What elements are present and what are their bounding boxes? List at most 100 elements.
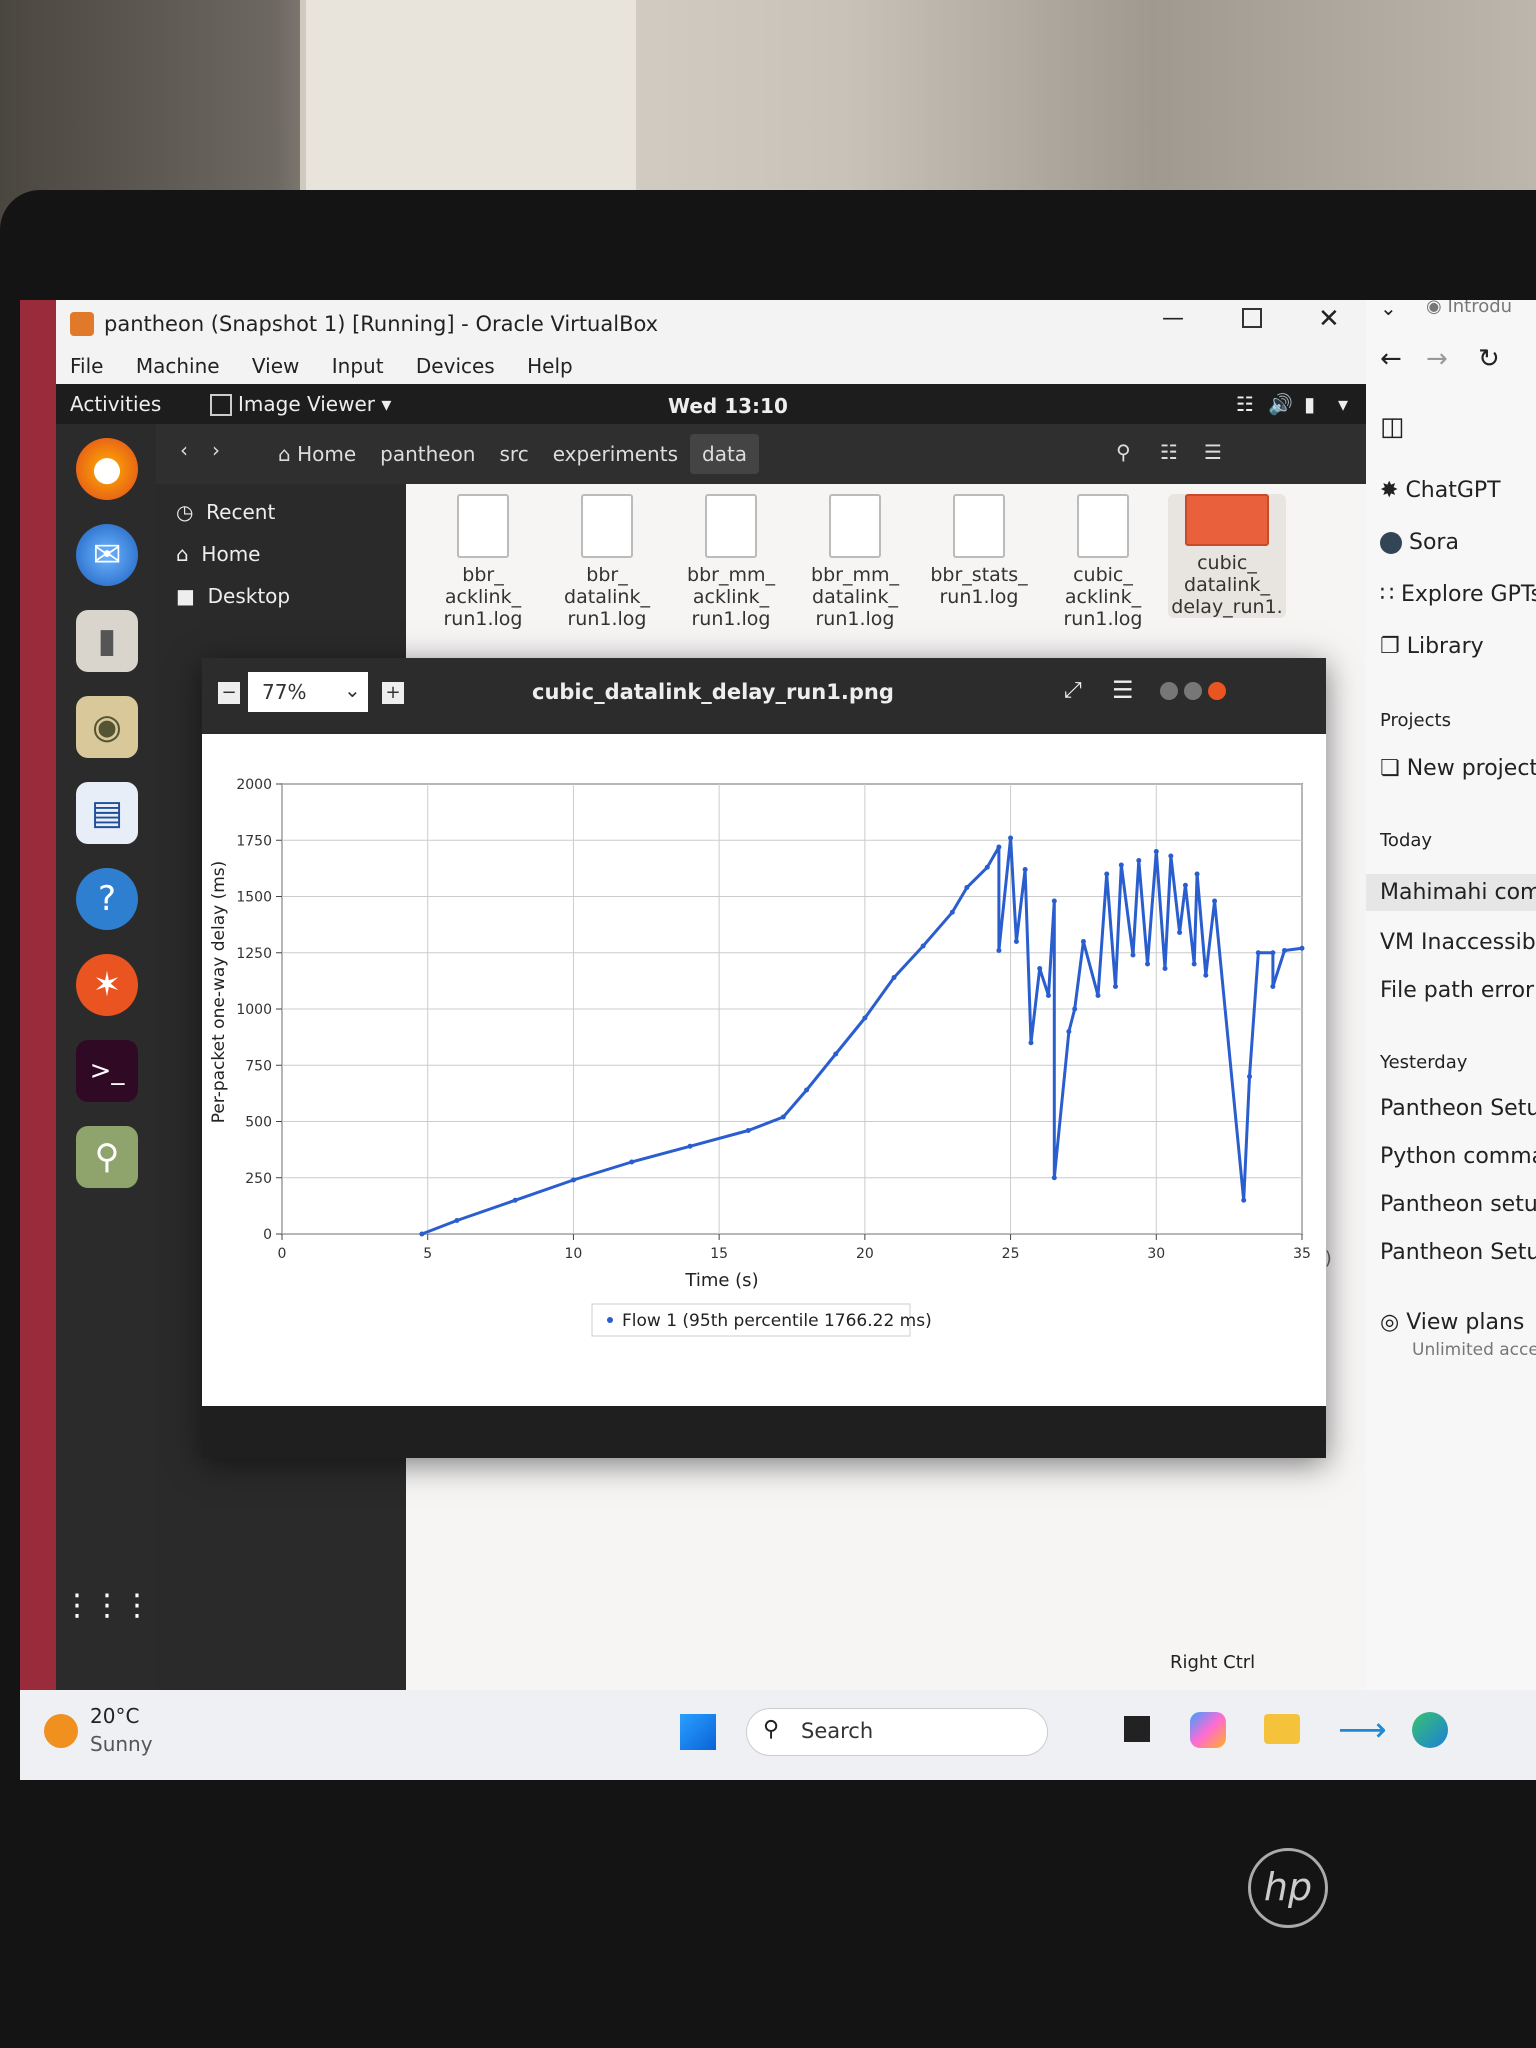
data-point [1203,972,1209,978]
menu-machine[interactable]: Machine [136,354,220,378]
firefox-icon[interactable]: ● [76,438,138,500]
view-toggle-icon[interactable]: ☷ [1160,440,1178,464]
crumb-src[interactable]: src [488,434,541,474]
history-item[interactable]: Pantheon setup gui [1380,1192,1536,1217]
legend-label: Flow 1 (95th percentile 1766.22 ms) [622,1311,932,1331]
network-icon[interactable]: ☷ [1236,392,1254,416]
browser-tab[interactable]: ◉ Introdu [1426,300,1512,317]
search-box[interactable]: ⚲ Search [746,1708,1048,1756]
data-point [1118,862,1124,868]
view-plans[interactable]: ◎ View plans [1380,1310,1524,1335]
crumb-experiments[interactable]: experiments [541,434,690,474]
new-project[interactable]: ❏ New project [1380,756,1536,781]
file-item[interactable]: bbr_ acklink_ run1.log [424,494,542,630]
virtualbox-app-icon [70,312,94,336]
files-icon[interactable]: ▮ [76,610,138,672]
data-point [1066,1029,1072,1034]
file-item[interactable]: bbr_mm_ datalink_ run1.log [796,494,914,630]
system-menu-chevron-icon[interactable]: ▾ [1338,392,1348,416]
vscode-icon[interactable]: ⟶ [1338,1710,1387,1750]
image-viewer-icon [210,394,232,416]
edge-icon[interactable] [1412,1712,1448,1748]
sidebar-item-desktop[interactable]: ■ Desktop [176,584,290,608]
help-icon[interactable]: ? [76,868,138,930]
forward-icon[interactable]: › [212,438,220,462]
back-icon[interactable]: ‹ [180,438,188,462]
zoom-select[interactable]: 77% ⌄ [248,672,368,712]
clock[interactable]: Wed 13:10 [668,394,788,418]
data-point [1270,984,1276,989]
data-point [1028,1040,1034,1046]
data-point [1162,966,1168,971]
nav-explore-gpts-label: Explore GPTs [1401,582,1536,607]
x-tick-label: 5 [423,1246,432,1262]
crumb-data[interactable]: data [690,434,760,474]
history-item[interactable]: Mahimahi comma [1366,874,1536,911]
search-icon[interactable]: ⚲ [1116,440,1131,464]
forward-icon[interactable]: → [1426,344,1448,374]
menu-help[interactable]: Help [527,354,573,378]
zoom-out-button[interactable]: − [218,682,240,704]
terminal-icon[interactable]: >_ [76,1040,138,1102]
close-icon[interactable]: ✕ [1318,304,1340,334]
image-viewer-dock-icon[interactable]: ⚲ [76,1126,138,1188]
start-icon[interactable] [680,1714,716,1750]
weather-icon[interactable] [44,1714,78,1748]
volume-icon[interactable]: 🔊 [1268,392,1293,416]
window-close-icon[interactable] [1208,682,1226,700]
menu-devices[interactable]: Devices [416,354,495,378]
tab-chevron-icon[interactable]: ⌄ [1380,300,1397,320]
gnome-top-bar: Activities Image Viewer ▾ Wed 13:10 ☷ 🔊 … [56,384,1386,424]
file-item[interactable]: bbr_stats_ run1.log [920,494,1038,608]
sidebar-item-recent[interactable]: ◷ Recent [176,500,275,524]
history-item[interactable]: Python command e [1380,1144,1536,1169]
fullscreen-icon[interactable]: ⤢ [1064,678,1082,703]
menu-view[interactable]: View [252,354,299,378]
x-tick-label: 30 [1147,1246,1165,1262]
back-icon[interactable]: ← [1380,344,1402,374]
show-apps-icon[interactable]: ⋮⋮⋮ [62,1574,152,1636]
menu-input[interactable]: Input [332,354,384,378]
legend-marker [607,1317,613,1323]
nav-sora[interactable]: Sora [1380,530,1459,555]
viewer-title: cubic_datalink_delay_run1.png [532,680,894,704]
history-item[interactable]: File path error fix [1380,978,1536,1003]
sidebar-item-home[interactable]: ⌂ Home [176,542,260,566]
history-item[interactable]: Pantheon Setup Gu [1380,1096,1536,1121]
zoom-in-button[interactable]: + [382,682,404,704]
crumb-pantheon[interactable]: pantheon [368,434,487,474]
crumb-home[interactable]: ⌂ Home [266,434,368,474]
nav-library[interactable]: ❐ Library [1380,634,1484,659]
viewer-menu-icon[interactable]: ☰ [1112,676,1134,704]
task-view-icon[interactable] [1124,1716,1150,1742]
file-explorer-icon[interactable] [1264,1714,1300,1744]
sidebar-toggle-icon[interactable]: ◫ [1380,412,1405,442]
reload-icon[interactable]: ↻ [1478,344,1500,374]
x-tick-label: 0 [278,1246,287,1262]
battery-icon[interactable]: ▮ [1304,392,1315,416]
yesterday-heading: Yesterday [1380,1052,1468,1073]
window-maximize-icon[interactable] [1184,682,1202,700]
maximize-icon[interactable] [1242,308,1262,328]
history-item[interactable]: VM Inaccessible F [1380,930,1536,955]
menu-file[interactable]: File [70,354,103,378]
history-item[interactable]: Pantheon Setup and [1380,1240,1536,1265]
software-icon[interactable]: ✶ [76,954,138,1016]
file-item[interactable]: bbr_mm_ acklink_ run1.log [672,494,790,630]
data-point [1282,948,1288,953]
nav-explore-gpts[interactable]: ∷ Explore GPTs [1380,582,1536,607]
window-minimize-icon[interactable] [1160,682,1178,700]
thunderbird-icon[interactable]: ✉ [76,524,138,586]
nav-chatgpt[interactable]: ✸ ChatGPT [1380,478,1501,503]
rhythmbox-icon[interactable]: ◉ [76,696,138,758]
file-item[interactable]: cubic_ acklink_ run1.log [1044,494,1162,630]
minimize-icon[interactable]: — [1162,306,1184,331]
app-menu[interactable]: Image Viewer ▾ [238,392,391,416]
copilot-icon[interactable] [1190,1712,1226,1748]
activities-button[interactable]: Activities [70,392,161,416]
files-menu-icon[interactable]: ☰ [1204,440,1222,464]
sidebar-item-desktop-label: Desktop [207,584,291,608]
file-item[interactable]: bbr_ datalink_ run1.log [548,494,666,630]
writer-icon[interactable]: ▤ [76,782,138,844]
file-item-selected[interactable]: cubic_ datalink_ delay_run1. [1168,494,1286,618]
